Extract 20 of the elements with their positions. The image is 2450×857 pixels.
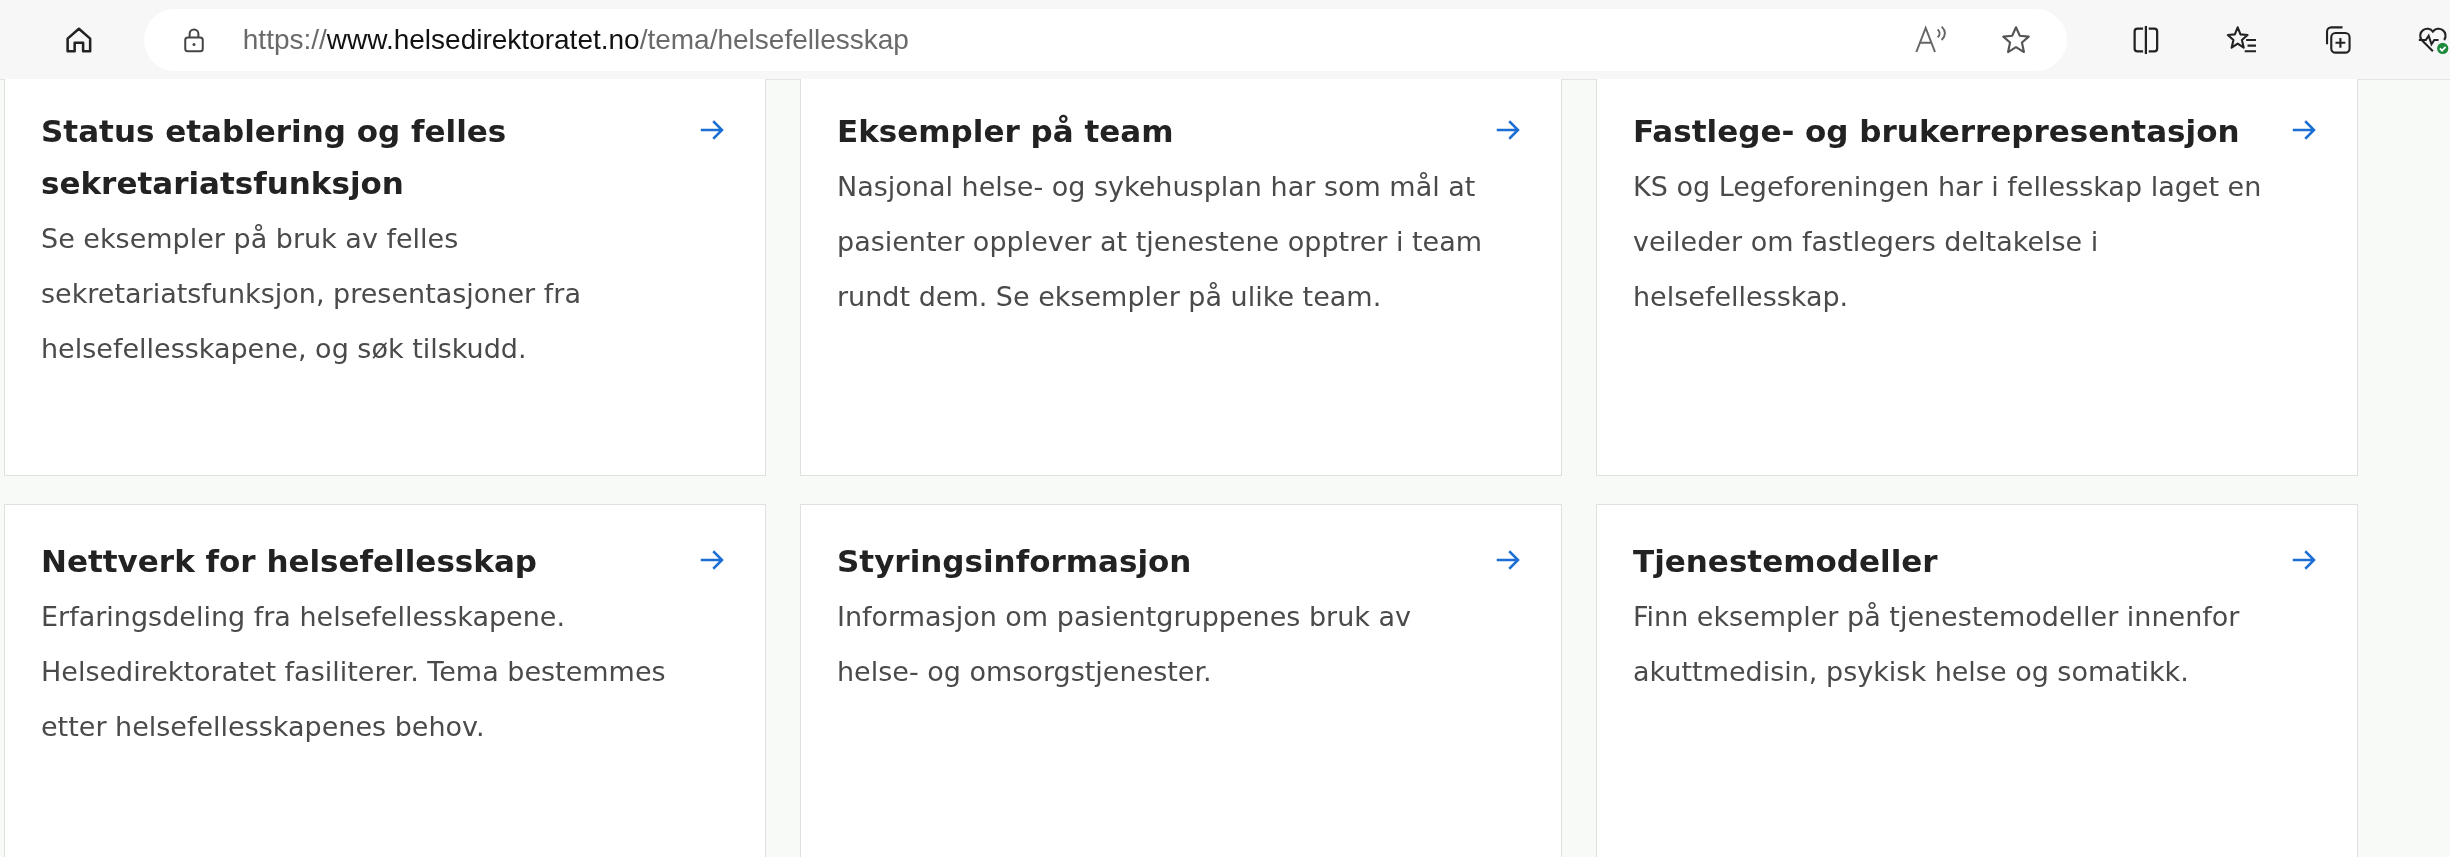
card-title: Styringsinformasjon (837, 542, 1193, 581)
card-title: Fastlege- og brukerrepresentasjon (1633, 112, 2241, 151)
card-description: Finn eksempler på tjenestemodeller innenfor akuttmedisin, psykisk helse og somatikk. (1633, 600, 2241, 689)
link-card[interactable]: Nettverk for helsefellesskap Erfaringsdeling fra helsefellesskapene. Helsedirektoratet fasiliterer. Tema bestemmes etter helsefellesskapenes behov. (4, 504, 766, 857)
link-card[interactable]: Fastlege- og brukerrepresentasjon KS og Legeforeningen har i fellesskap laget en veileder om fastlegers deltakelse i helsefellesskap. (1596, 79, 2358, 476)
card-title: Tjenestemodeller (1633, 542, 1939, 581)
link-card[interactable]: Status etablering og felles sekretariatsfunksjon Se eksempler på bruk av felles sekretariatsfunksjon, presentasjoner fra helsefellesskapene, og søk tilskudd. (4, 79, 766, 476)
link-card[interactable]: Tjenestemodeller Finn eksempler på tjenestemodeller innenfor akuttmedisin, psykisk helse og somatikk. (1596, 504, 2358, 857)
card-title: Status etablering og felles sekretariatsfunksjon (41, 112, 508, 203)
url-text: https://www.helsedirektoratet.no/tema/helsefellesskap (242, 23, 910, 56)
link-card[interactable]: Eksempler på team Nasjonal helse- og sykehusplan har som mål at pasienter opplever at tjenestene opptrer i team rundt dem. Se eksempler på ulike team. (800, 79, 1562, 476)
card-description: Erfaringsdeling fra helsefellesskapene. Helsedirektoratet fasiliterer. Tema bestemmes etter helsefellesskapenes behov. (41, 600, 667, 744)
address-bar[interactable]: https://www.helsedirektoratet.no/tema/helsefellesskap (143, 8, 2067, 71)
card-title: Eksempler på team (837, 112, 1175, 151)
card-description: Nasjonal helse- og sykehusplan har som mål at pasienter opplever at tjenestene opptrer i team rundt dem. Se eksempler på ulike team. (837, 170, 1484, 314)
card-description: KS og Legeforeningen har i fellesskap laget en veileder om fastlegers deltakelse i helsefellesskap. (1633, 170, 2263, 314)
card-description: Se eksempler på bruk av felles sekretariatsfunksjon, presentasjoner fra helsefellesskapene, og søk tilskudd. (41, 222, 582, 366)
card-title: Nettverk for helsefellesskap (41, 542, 538, 581)
card-description: Informasjon om pasientgruppenes bruk av helse- og omsorgstjenester. (837, 600, 1413, 689)
link-card[interactable]: Styringsinformasjon Informasjon om pasientgruppenes bruk av helse- og omsorgstjenester. (800, 504, 1562, 857)
